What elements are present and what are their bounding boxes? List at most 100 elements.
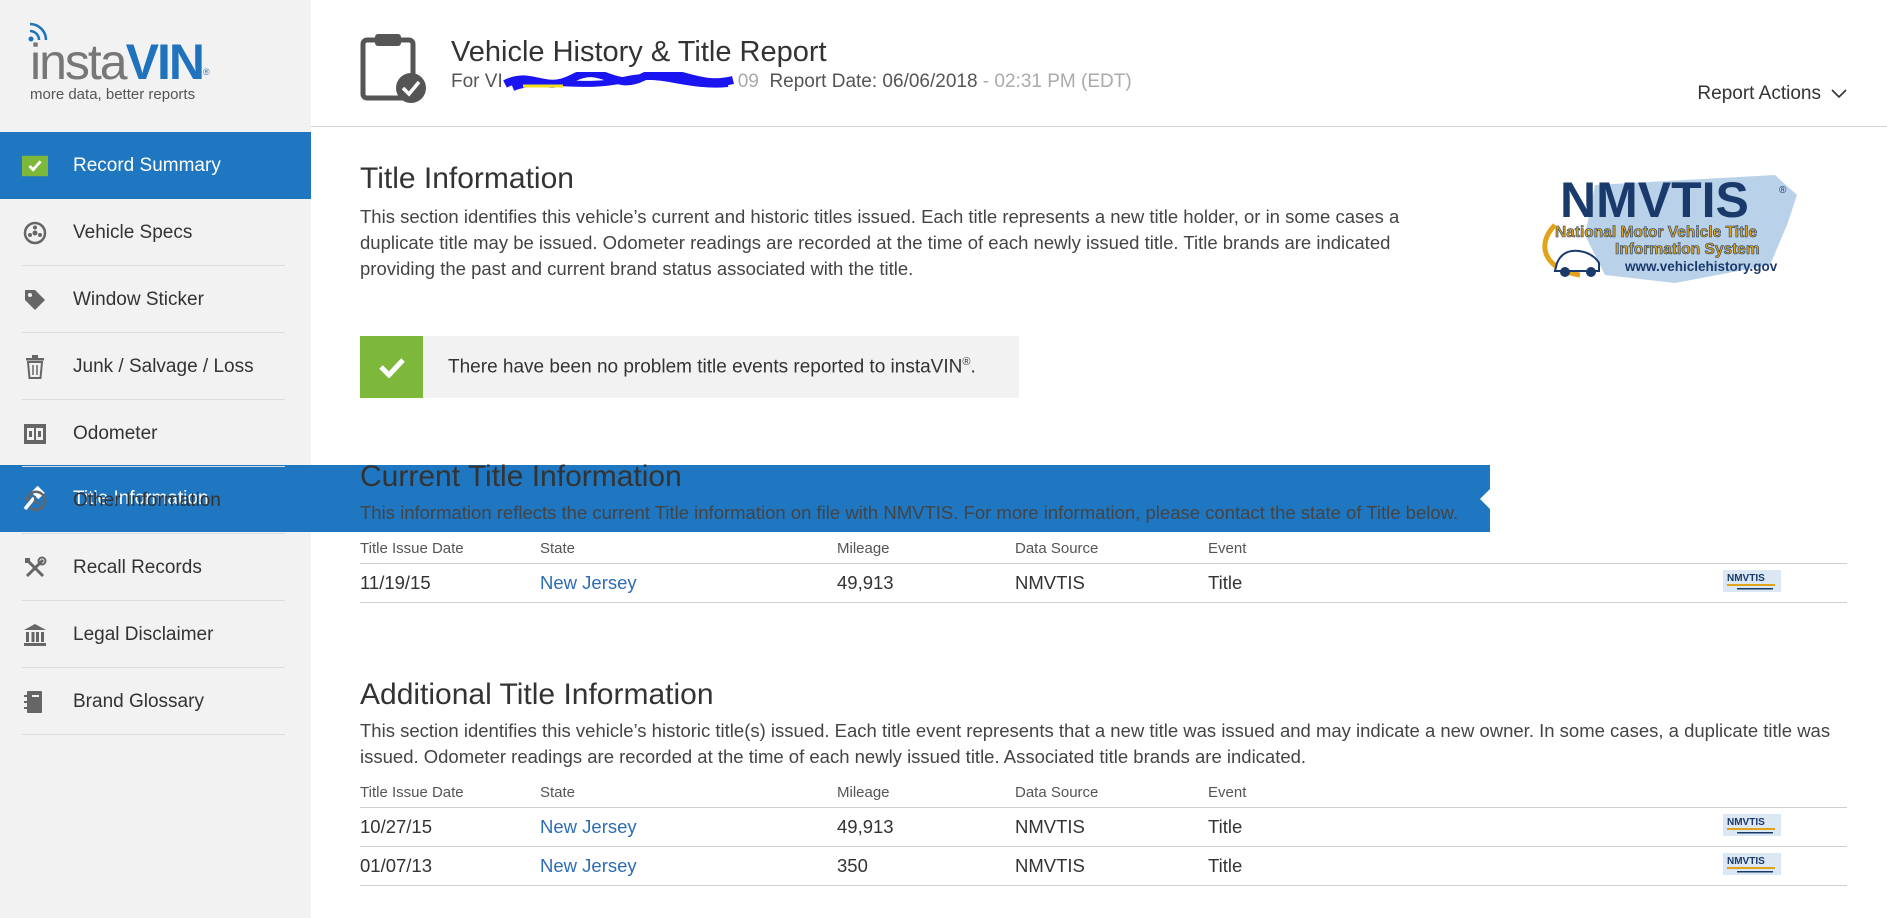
book-icon [22,689,48,715]
sidebar-item-junk-salvage-loss[interactable]: Junk / Salvage / Loss [0,333,311,400]
sidebar-item-label: Junk / Salvage / Loss [73,355,254,377]
nmvtis-line1: National Motor Vehicle Title [1555,224,1757,241]
table-row: 11/19/15 New Jersey 49,913 NMVTIS Title … [360,563,1847,603]
report-actions-dropdown[interactable]: Report Actions [1697,83,1847,105]
tag-icon [22,287,48,313]
chevron-down-icon [1831,89,1847,99]
column-header: Mileage [837,540,1015,564]
event: Title [1208,846,1723,886]
nmvtis-badge: NMVTIS [1723,807,1847,847]
section-heading: Title Information [360,162,574,195]
additional-title-table: Title Issue Date State Mileage Data Sour… [360,784,1847,886]
title-issue-date: 11/19/15 [360,563,540,603]
sidebar-item-odometer[interactable]: Odometer [0,400,311,467]
sidebar-item-record-summary[interactable]: Record Summary [0,132,311,199]
sidebar-item-label: Vehicle Specs [73,221,193,243]
column-header: State [540,540,837,564]
event: Title [1208,563,1723,603]
sidebar-item-label: Other Information [73,489,221,511]
tools-icon [22,555,48,581]
report-subtitle: For VI 09 Report Date: 06/06/2018 - 02:3… [451,71,1132,93]
section-description: This information reflects the current Ti… [360,502,1459,523]
sidebar-nav: Record Summary Vehicle Specs Window Stic… [0,132,1491,735]
vin-redaction [502,71,734,91]
mileage: 350 [837,846,1015,886]
title-information-section: Title Information This section identifie… [360,162,1470,282]
column-header-logo [1723,540,1847,564]
trash-icon [22,354,48,380]
sidebar-item-label: Window Sticker [73,288,204,310]
state-link[interactable]: New Jersey [540,846,837,886]
nmvtis-logo: NMVTIS ® National Motor Vehicle Title In… [1542,172,1797,283]
nmvtis-badge: NMVTIS [1723,846,1847,886]
table-row: 01/07/13 New Jersey 350 NMVTIS Title NMV… [360,846,1847,886]
column-header: Data Source [1015,540,1208,564]
sidebar-item-label: Brand Glossary [73,690,204,712]
column-header: State [540,784,837,808]
sidebar-item-window-sticker[interactable]: Window Sticker [0,266,311,333]
svg-text:NMVTIS: NMVTIS [1727,856,1765,867]
state-link[interactable]: New Jersey [540,807,837,847]
title-issue-date: 01/07/13 [360,846,540,886]
sidebar-item-label: Recall Records [73,556,202,578]
sidebar-item-label: Odometer [73,422,158,444]
current-title-table: Title Issue Date State Mileage Data Sour… [360,540,1847,603]
table-row: 10/27/15 New Jersey 49,913 NMVTIS Title … [360,807,1847,847]
column-header: Title Issue Date [360,540,540,564]
report-date: Report Date: 06/06/2018 [769,71,978,92]
checkmark-icon [360,336,423,398]
state-link[interactable]: New Jersey [540,563,837,603]
svg-text:®: ® [1779,185,1787,196]
sidebar-item-label: Legal Disclaimer [73,623,214,645]
sidebar-item-recall-records[interactable]: Recall Records [0,534,311,601]
logo-tagline: more data, better reports [30,86,196,103]
sidebar: instaVIN® more data, better reports Reco… [0,0,1491,918]
instavin-logo[interactable]: instaVIN® more data, better reports [28,20,228,110]
section-heading: Additional Title Information [360,678,714,711]
sidebar-item-label: Record Summary [73,154,221,176]
report-title: Vehicle History & Title Report [451,36,827,68]
column-header: Event [1208,540,1723,564]
nmvtis-mini-logo: NMVTIS [1723,852,1781,875]
nmvtis-mini-logo: NMVTIS [1723,813,1781,836]
nmvtis-line2: Information System [1615,241,1760,258]
vin-prefix: For VI [451,71,503,92]
column-header: Title Issue Date [360,784,540,808]
report-header: Vehicle History & Title Report For VI 09… [311,0,1887,127]
sidebar-item-legal-disclaimer[interactable]: Legal Disclaimer [0,601,311,668]
report-actions-label: Report Actions [1697,83,1821,104]
section-description: This section identifies this vehicle’s c… [360,206,1400,279]
event: Title [1208,807,1723,847]
svg-text:NMVTIS: NMVTIS [1727,573,1765,584]
table-header-row: Title Issue Date State Mileage Data Sour… [360,540,1847,564]
mileage: 49,913 [837,807,1015,847]
logo-wordmark: instaVIN® [30,34,209,90]
sidebar-item-brand-glossary[interactable]: Brand Glossary [0,668,311,735]
nmvtis-badge: NMVTIS [1723,563,1847,603]
history-icon [22,488,48,514]
sidebar-item-vehicle-specs[interactable]: Vehicle Specs [0,199,311,266]
column-header: Event [1208,784,1723,808]
table-header-row: Title Issue Date State Mileage Data Sour… [360,784,1847,808]
data-source: NMVTIS [1015,807,1208,847]
svg-text:NMVTIS: NMVTIS [1727,817,1765,828]
title-status-message: There have been no problem title events … [448,355,976,378]
title-status-banner: There have been no problem title events … [360,336,1019,398]
current-title-section: Current Title Information This informati… [360,460,1850,603]
wheel-icon [22,220,48,246]
check-square-icon [22,153,48,179]
mileage: 49,913 [837,563,1015,603]
title-issue-date: 10/27/15 [360,807,540,847]
section-heading: Current Title Information [360,460,682,493]
report-time: - 02:31 PM (EDT) [977,71,1132,92]
odometer-icon [22,421,48,447]
nmvtis-mini-logo: NMVTIS [1723,569,1781,592]
data-source: NMVTIS [1015,846,1208,886]
nmvtis-name: NMVTIS [1560,172,1749,228]
column-header: Mileage [837,784,1015,808]
additional-title-section: Additional Title Information This sectio… [360,678,1850,886]
vin-suffix: 09 [737,71,759,92]
data-source: NMVTIS [1015,563,1208,603]
sidebar-item-other-information[interactable]: Other Information [0,467,311,534]
column-header: Data Source [1015,784,1208,808]
